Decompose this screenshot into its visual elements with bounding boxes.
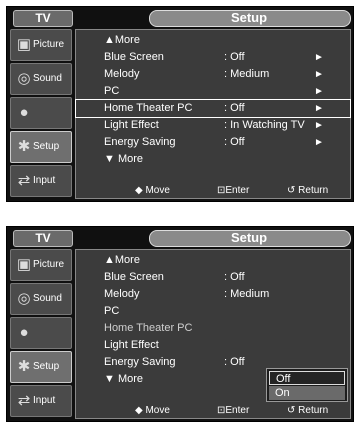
menu-row-label: Blue Screen: [104, 271, 164, 283]
button-hint-bar: ◆ Move ⊡Enter ↺ Return: [75, 403, 351, 419]
menu-row-label: PC: [104, 305, 120, 317]
menu-row-label: Melody: [104, 68, 140, 80]
sidebar-item-sound[interactable]: ◎ Sound: [10, 63, 72, 95]
menu-row-value: : Medium: [224, 288, 270, 300]
arrow-right-icon: ►: [314, 137, 324, 148]
menu-row-label: PC: [104, 85, 120, 97]
sidebar-item-label: Sound: [33, 293, 62, 304]
menu-row-light-effect[interactable]: Light Effect : In Watching TV ►: [76, 117, 350, 134]
enter-hint: ⊡Enter: [217, 185, 250, 196]
home-theater-pc-dropdown: Off On: [266, 368, 348, 402]
menu-row-label: ▼ More: [104, 153, 144, 165]
menu-row-light-effect[interactable]: Light Effect: [76, 337, 350, 354]
menu-row-melody[interactable]: Melody : Medium ►: [76, 66, 350, 83]
channel-icon: ●: [19, 104, 29, 121]
menu-row-more-up[interactable]: ▲More: [76, 252, 350, 269]
menu-row-label: ▼ More: [104, 373, 144, 385]
picture-icon: ▣: [16, 36, 32, 53]
menu-title: Setup: [230, 10, 268, 25]
menu-row-blue-screen[interactable]: Blue Screen : Off: [76, 269, 350, 286]
picture-icon: ▣: [16, 256, 32, 273]
setup-icon: ✱: [17, 138, 31, 155]
input-icon: ⇄: [17, 172, 31, 189]
sidebar-item-picture[interactable]: ▣ Picture: [10, 249, 72, 281]
sidebar-item-picture[interactable]: ▣ Picture: [10, 29, 72, 61]
sidebar-item-channel[interactable]: ●: [10, 317, 72, 349]
menu-row-pc[interactable]: PC: [76, 303, 350, 320]
menu-row-more-up[interactable]: ▲More: [76, 32, 350, 49]
arrow-right-icon: ►: [314, 103, 324, 114]
option-on[interactable]: On: [269, 386, 345, 400]
enter-hint: ⊡Enter: [217, 405, 250, 416]
sidebar-item-setup[interactable]: ✱ Setup: [10, 351, 72, 383]
arrow-right-icon: ►: [314, 120, 324, 131]
menu-row-label: Blue Screen: [104, 51, 164, 63]
menu-row-melody[interactable]: Melody : Medium: [76, 286, 350, 303]
setup-icon: ✱: [17, 358, 31, 375]
sidebar-item-label: Setup: [33, 141, 60, 152]
menu-row-label: Light Effect: [104, 339, 159, 351]
move-hint: ◆ Move: [135, 185, 170, 196]
menu-row-value: : Medium: [224, 68, 270, 80]
arrow-right-icon: ►: [314, 86, 324, 97]
menu-row-home-theater-pc[interactable]: Home Theater PC: [76, 320, 350, 337]
menu-row-value: : In Watching TV: [224, 119, 305, 131]
return-hint: ↺ Return: [287, 185, 329, 196]
sidebar-item-label: Picture: [33, 259, 65, 270]
tv-label: TV: [13, 230, 73, 247]
menu-row-label: Melody: [104, 288, 140, 300]
menu-row-label: Home Theater PC: [104, 102, 193, 114]
menu-row-label: Energy Saving: [104, 356, 176, 368]
menu-row-value: : Off: [224, 136, 245, 148]
sidebar: ▣ Picture ◎ Sound ● ✱ Setup ⇄ Input: [10, 249, 72, 419]
sidebar-item-label: Input: [33, 395, 56, 406]
menu-row-home-theater-pc[interactable]: Home Theater PC : Off ►: [75, 99, 351, 118]
setup-menu-list: ▲More Blue Screen : Off ► Melody : Mediu…: [75, 29, 351, 199]
input-icon: ⇄: [17, 392, 31, 409]
sidebar-item-sound[interactable]: ◎ Sound: [10, 283, 72, 315]
sidebar: ▣ Picture ◎ Sound ● ✱ Setup ⇄ Input: [10, 29, 72, 199]
sidebar-item-label: Picture: [33, 39, 65, 50]
menu-row-value: : Off: [224, 356, 245, 368]
menu-row-value: : Off: [224, 271, 245, 283]
setup-menu-list: ▲More Blue Screen : Off Melody : Medium …: [75, 249, 351, 419]
tv-label: TV: [13, 10, 73, 27]
arrow-right-icon: ►: [314, 52, 324, 63]
menu-row-blue-screen[interactable]: Blue Screen : Off ►: [76, 49, 350, 66]
menu-row-pc[interactable]: PC ►: [76, 83, 350, 100]
menu-row-energy-saving[interactable]: Energy Saving : Off ►: [76, 134, 350, 151]
sound-icon: ◎: [17, 70, 31, 87]
arrow-right-icon: ►: [314, 69, 324, 80]
tv-menu-screen-1: TV Setup ▣ Picture ◎ Sound ● ✱ Setup ⇄ I…: [6, 6, 354, 202]
sidebar-item-label: Setup: [33, 361, 60, 372]
sidebar-item-channel[interactable]: ●: [10, 97, 72, 129]
sound-icon: ◎: [17, 290, 31, 307]
move-hint: ◆ Move: [135, 405, 170, 416]
menu-row-label: Energy Saving: [104, 136, 176, 148]
sidebar-item-setup[interactable]: ✱ Setup: [10, 131, 72, 163]
sidebar-item-label: Sound: [33, 73, 62, 84]
channel-icon: ●: [19, 324, 29, 341]
menu-row-label: ▲More: [104, 34, 140, 46]
button-hint-bar: ◆ Move ⊡Enter ↺ Return: [75, 183, 351, 199]
menu-row-value: : Off: [224, 51, 245, 63]
option-off[interactable]: Off: [269, 371, 345, 385]
sidebar-item-input[interactable]: ⇄ Input: [10, 385, 72, 417]
menu-row-label: Light Effect: [104, 119, 159, 131]
sidebar-item-input[interactable]: ⇄ Input: [10, 165, 72, 197]
menu-row-label: ▲More: [104, 254, 140, 266]
menu-row-more-down[interactable]: ▼ More: [76, 151, 350, 168]
tv-menu-screen-2: TV Setup ▣ Picture ◎ Sound ● ✱ Setup ⇄ I…: [6, 226, 354, 422]
menu-row-value: : Off: [224, 102, 245, 114]
menu-title: Setup: [230, 230, 268, 245]
return-hint: ↺ Return: [287, 405, 329, 416]
menu-row-label: Home Theater PC: [104, 322, 193, 334]
sidebar-item-label: Input: [33, 175, 56, 186]
